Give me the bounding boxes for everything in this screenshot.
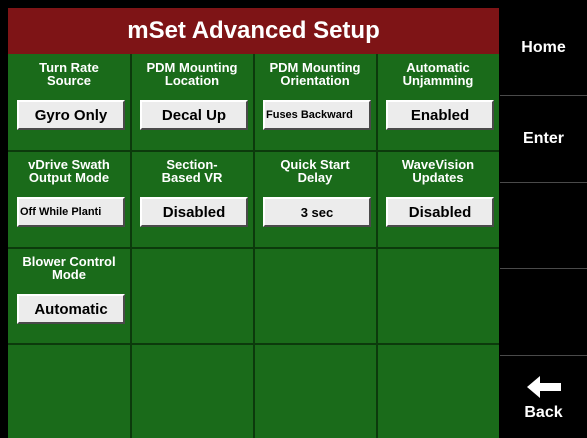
quick-start-delay-button[interactable]: 3 sec [263,197,371,227]
setting-quick-start-delay: Quick Start Delay 3 sec [255,151,375,247]
back-button-label: Back [524,404,563,421]
back-button[interactable]: Back [500,356,587,438]
setting-label: Quick Start Delay [280,157,350,185]
vdrive-swath-output-mode-button[interactable]: Off While Planti [17,197,125,227]
setting-label: Automatic Unjamming [402,60,474,88]
setting-label: vDrive Swath Output Mode [28,157,110,185]
setting-label: PDM Mounting Orientation [269,60,361,88]
blank-side-button[interactable] [500,269,587,356]
automatic-unjamming-button[interactable]: Enabled [386,100,494,130]
setting-wavevision-updates: WaveVision Updates Disabled [378,151,498,247]
setting-label: PDM Mounting Location [146,60,238,88]
page-title: mSet Advanced Setup [8,8,499,54]
section-based-vr-button[interactable]: Disabled [140,197,248,227]
home-button-label: Home [521,38,566,56]
enter-button-label: Enter [523,130,564,147]
home-button[interactable]: Home [500,0,587,96]
pdm-mounting-location-button[interactable]: Decal Up [140,100,248,130]
blower-control-mode-button[interactable]: Automatic [17,294,125,324]
setting-automatic-unjamming: Automatic Unjamming Enabled [378,54,498,150]
side-button-panel: Home Enter Back [500,0,587,438]
setting-turn-rate-source: Turn Rate Source Gyro Only [9,54,129,150]
setting-vdrive-swath-output-mode: vDrive Swath Output Mode Off While Plant… [9,151,129,247]
setting-label: WaveVision Updates [401,157,475,185]
setting-label: Turn Rate Source [39,60,99,88]
setting-pdm-mounting-orientation: PDM Mounting Orientation Fuses Backward [255,54,375,150]
enter-button[interactable]: Enter [500,96,587,183]
setting-blower-control-mode: Blower Control Mode Automatic [9,248,129,344]
left-arrow-icon [526,376,561,398]
pdm-mounting-orientation-button[interactable]: Fuses Backward [263,100,371,130]
screen: mSet Advanced Setup Turn Rate Source Gyr… [0,0,587,438]
setting-pdm-mounting-location: PDM Mounting Location Decal Up [132,54,252,150]
turn-rate-source-button[interactable]: Gyro Only [17,100,125,130]
settings-grid: Turn Rate Source Gyro Only PDM Mounting … [8,54,499,438]
blank-side-button[interactable] [500,183,587,269]
setting-section-based-vr: Section- Based VR Disabled [132,151,252,247]
page-title-text: mSet Advanced Setup [127,17,380,44]
setting-label: Section- Based VR [161,157,223,185]
setting-label: Blower Control Mode [22,254,116,282]
wavevision-updates-button[interactable]: Disabled [386,197,494,227]
